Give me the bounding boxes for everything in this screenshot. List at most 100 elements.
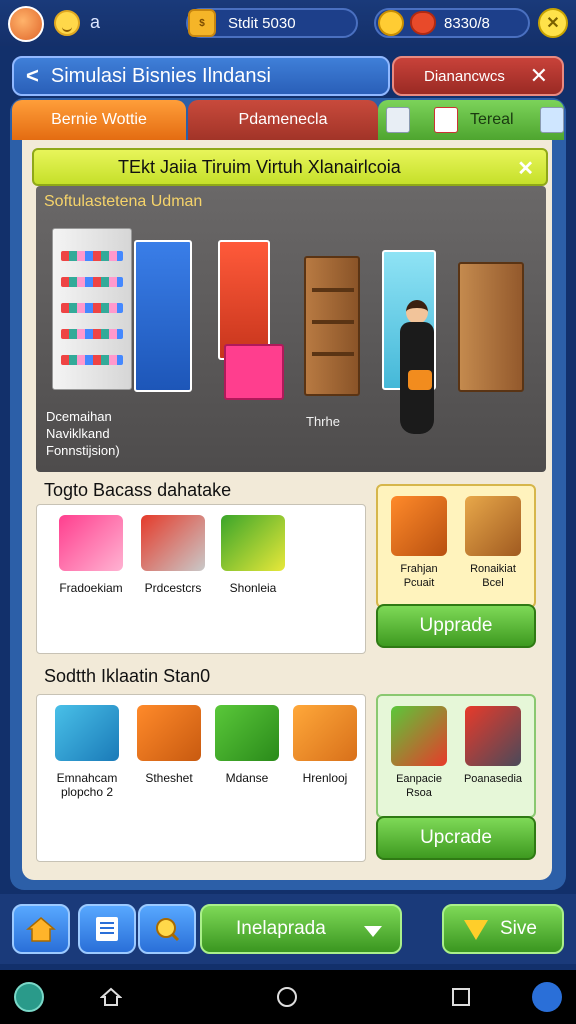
shopper-character[interactable] — [396, 300, 438, 438]
tab-bernie[interactable]: Bernie Wottie — [12, 100, 186, 140]
item-card[interactable]: Shonleia — [213, 515, 293, 595]
home-nav-icon[interactable] — [96, 982, 126, 1012]
item-card[interactable]: Stheshet — [129, 705, 209, 785]
home-button[interactable] — [12, 904, 70, 954]
wood-shelf-rack[interactable] — [304, 256, 360, 396]
document-icon — [540, 107, 564, 133]
cart-icon — [55, 705, 119, 761]
side-item-label: Frahjan Pcuait — [400, 563, 438, 589]
scene-note: Dcemaihan Naviklkand Fonnstijsion) — [46, 409, 120, 458]
section2-title: Sodtth Iklaatin Stan0 — [44, 666, 211, 686]
crate-icon — [465, 706, 521, 766]
currency-counter-label: Stdit 5030 — [228, 14, 296, 32]
side-item[interactable]: Ronaikiat Bcel — [458, 496, 528, 590]
item-card[interactable]: Fradoekiam — [51, 515, 131, 595]
banner-text: TEkt Jaiia Tiruim Virtuh Xlanairlcoia — [118, 156, 401, 177]
scene-label: Thrhe — [306, 414, 340, 429]
coin-box-icon: $ — [188, 9, 216, 37]
upgrade-label: Upcrade — [420, 827, 492, 848]
notice-banner: TEkt Jaiia Tiruim Virtuh Xlanairlcoia ✕ — [32, 148, 548, 186]
close-icon[interactable]: ✕ — [530, 63, 548, 89]
item-label: Shonleia — [229, 581, 277, 595]
search-button[interactable] — [138, 904, 196, 954]
side-item-label: Ronaikiat Bcel — [470, 563, 516, 589]
side-item[interactable]: Poanasedia — [458, 706, 528, 786]
close-icon[interactable]: ✕ — [538, 8, 568, 38]
gems-counter[interactable]: 8330/8 — [374, 8, 530, 38]
box-icon — [221, 515, 285, 571]
blue-display-stand[interactable] — [134, 240, 192, 392]
cart-icon — [434, 107, 458, 133]
section1-title: Togto Bacass dahatake — [44, 480, 232, 500]
side-item[interactable]: Eanpacie Rsoa — [384, 706, 454, 800]
search-icon — [156, 918, 180, 942]
recents-nav-icon[interactable] — [446, 982, 476, 1012]
home-icon — [26, 917, 56, 942]
mode-dropdown[interactable]: Inelaprada — [200, 904, 402, 954]
gems-counter-label: 8330/8 — [444, 14, 490, 32]
section2-upgrade-box: Eanpacie Rsoa Poanasedia — [376, 694, 536, 818]
avatar[interactable] — [8, 6, 44, 42]
side-item-label: Poanasedia — [463, 773, 523, 785]
globe-icon[interactable] — [14, 982, 44, 1012]
page-header: < Simulasi Bisnies Ilndansi — [12, 56, 390, 96]
cart-icon — [141, 515, 205, 571]
white-shelf-rack[interactable] — [52, 228, 132, 390]
back-chevron-icon[interactable]: < — [26, 63, 39, 89]
currency-counter[interactable]: $ Stdit 5030 — [186, 8, 358, 38]
box-icon — [215, 705, 279, 761]
tab-label: Pdamenecla — [238, 111, 328, 128]
item-card[interactable]: Emnahcam plopcho 2 — [47, 705, 127, 799]
bag-icon — [391, 706, 447, 766]
scene-title: Softulastetena Udman — [44, 193, 203, 210]
chevron-down-icon — [364, 926, 382, 937]
side-item[interactable]: Frahjan Pcuait — [384, 496, 454, 590]
list-icon — [96, 917, 118, 941]
tab-label: Bernie Wottie — [51, 111, 147, 128]
red-display-stand[interactable] — [218, 240, 270, 360]
diamond-icon — [464, 920, 488, 940]
section2-items: Emnahcam plopcho 2 Stheshet Mdanse Hrenl… — [36, 694, 366, 862]
item-label: Stheshet — [145, 771, 193, 785]
upgrade-label: Upprade — [419, 615, 493, 636]
tab-bar: Bernie Wottie Pdamenecla Tereal — [12, 100, 564, 140]
page-title: Simulasi Bisnies Ilndansi — [50, 64, 271, 87]
save-label: Sive — [500, 918, 537, 939]
profile-icon[interactable] — [532, 982, 562, 1012]
basket-icon — [137, 705, 201, 761]
item-card[interactable]: Prdcestcrs — [133, 515, 213, 595]
item-label: Hrenlooj — [302, 771, 348, 785]
shopping-cart-icon — [59, 515, 123, 571]
list-button[interactable] — [78, 904, 136, 954]
gold-gem-icon — [378, 10, 404, 36]
pink-crate[interactable] — [224, 344, 284, 400]
circle-nav-icon[interactable] — [272, 982, 302, 1012]
item-label: Fradoekiam — [59, 581, 123, 595]
crate-icon — [465, 496, 521, 556]
tab-pdamenecla[interactable]: Pdamenecla — [188, 100, 378, 140]
header-action-button[interactable]: Dianancwcs ✕ — [392, 56, 564, 96]
box-icon — [293, 705, 357, 761]
smiley-icon[interactable] — [54, 10, 80, 36]
wood-shelf-rack-2[interactable] — [458, 262, 524, 392]
basket-icon — [391, 496, 447, 556]
close-icon[interactable]: ✕ — [517, 156, 534, 181]
upgrade-button[interactable]: Upprade — [376, 604, 536, 648]
status-letter: a — [90, 12, 101, 32]
header-action-label: Dianancwcs — [424, 67, 505, 85]
section1-items: Fradoekiam Prdcestcrs Shonleia — [36, 504, 366, 654]
item-card[interactable]: Hrenlooj — [285, 705, 365, 785]
register-icon — [386, 107, 410, 133]
tab-label: Tereal — [470, 111, 514, 128]
upgrade-button-2[interactable]: Upcrade — [376, 816, 536, 860]
dropdown-label: Inelaprada — [236, 918, 326, 939]
item-label: Emnahcam plopcho 2 — [56, 771, 118, 799]
item-label: Prdcestcrs — [144, 581, 202, 595]
side-item-label: Eanpacie Rsoa — [396, 773, 442, 799]
tab-tereal[interactable]: Tereal — [378, 100, 564, 140]
ruby-icon — [410, 11, 436, 35]
item-label: Mdanse — [225, 771, 269, 785]
section1-upgrade-box: Frahjan Pcuait Ronaikiat Bcel — [376, 484, 536, 608]
save-button[interactable]: Sive — [442, 904, 564, 954]
item-card[interactable]: Mdanse — [207, 705, 287, 785]
